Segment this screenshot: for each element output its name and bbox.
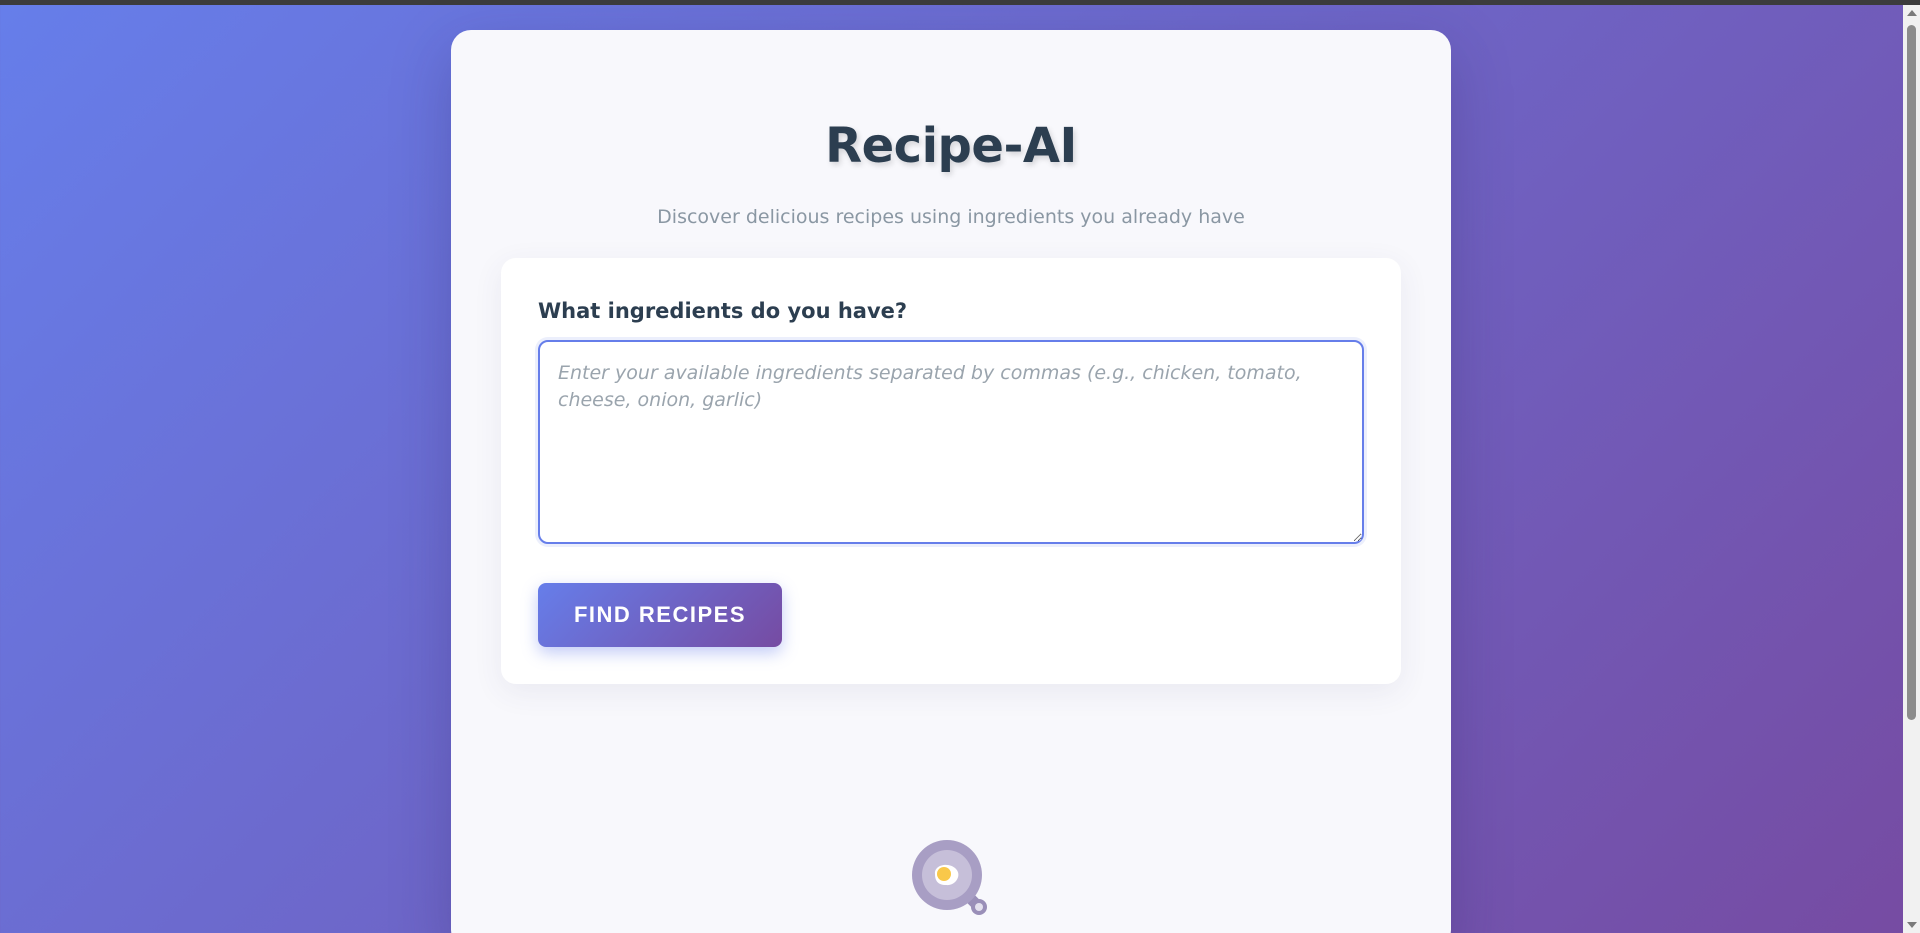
page-title: Recipe-AI xyxy=(825,118,1077,174)
scroll-up-icon[interactable] xyxy=(1907,10,1917,16)
ingredients-input[interactable] xyxy=(538,340,1364,544)
browser-top-strip xyxy=(0,0,1920,5)
main-card: Recipe-AI Discover delicious recipes usi… xyxy=(451,30,1451,933)
frying-pan-egg-icon xyxy=(912,840,987,915)
page-subtitle: Discover delicious recipes using ingredi… xyxy=(657,206,1245,228)
find-recipes-button[interactable]: FIND RECIPES xyxy=(538,583,782,647)
scrollbar[interactable] xyxy=(1903,5,1920,933)
scroll-down-icon[interactable] xyxy=(1907,922,1917,928)
scrollbar-thumb[interactable] xyxy=(1907,25,1916,720)
ingredients-panel: What ingredients do you have? FIND RECIP… xyxy=(501,258,1401,684)
ingredients-label: What ingredients do you have? xyxy=(538,299,908,323)
